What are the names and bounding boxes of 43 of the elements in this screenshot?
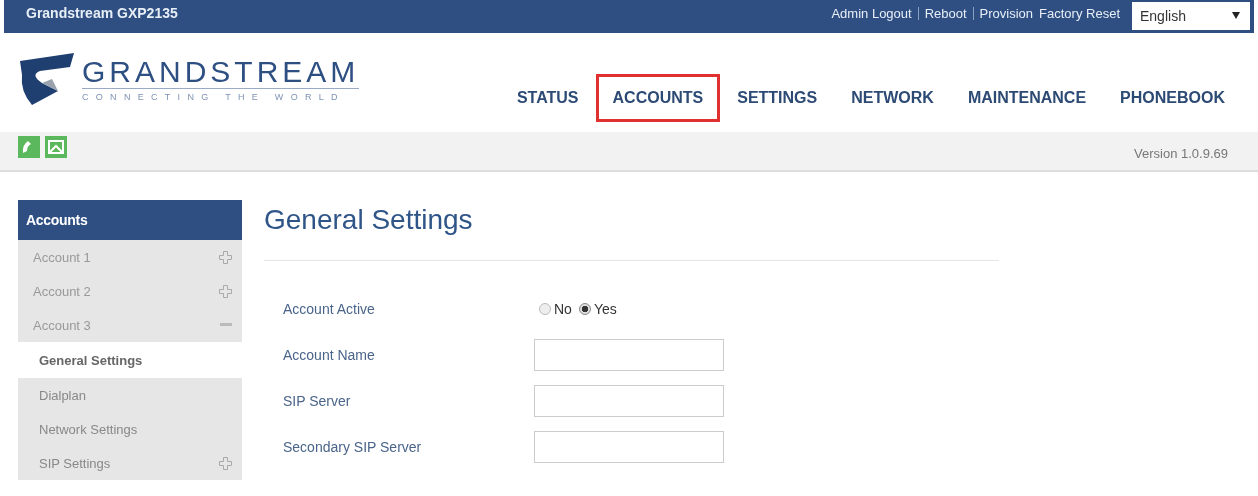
collapse-icon[interactable] bbox=[220, 323, 232, 327]
input-field[interactable] bbox=[534, 385, 724, 417]
radio-button[interactable] bbox=[578, 303, 591, 315]
logo-wordmark: GRANDSTREAM bbox=[82, 55, 360, 89]
nav-tab[interactable]: ACCOUNTS bbox=[595, 74, 721, 122]
subitem-label: SIP Settings bbox=[39, 455, 111, 471]
expand-icon[interactable] bbox=[219, 284, 232, 298]
expand-icon[interactable] bbox=[219, 456, 232, 470]
product-title: Grandstream GXP2135 bbox=[26, 4, 178, 21]
input-field[interactable] bbox=[534, 431, 724, 463]
top-link[interactable]: Factory Reset bbox=[1039, 6, 1120, 21]
radio-label: Yes bbox=[593, 301, 617, 317]
account-label: Account 3 bbox=[33, 317, 91, 333]
nav-tab[interactable]: SETTINGS bbox=[720, 74, 835, 122]
top-link[interactable]: Admin Logout bbox=[831, 6, 912, 21]
page-title: General Settings bbox=[264, 204, 474, 236]
account-label: Account 1 bbox=[33, 249, 91, 265]
dropdown-caret-icon bbox=[1232, 12, 1240, 19]
field-label: Secondary SIP Server bbox=[283, 439, 423, 455]
nav-tab[interactable]: STATUS bbox=[499, 74, 596, 122]
message-icon[interactable] bbox=[45, 136, 67, 158]
nav-tab[interactable]: PHONEBOOK bbox=[1103, 74, 1242, 122]
language-select[interactable]: English bbox=[1132, 1, 1250, 30]
version-label: Version 1.0.9.69 bbox=[1134, 145, 1228, 161]
nav-tab[interactable]: MAINTENANCE bbox=[950, 74, 1104, 122]
top-link[interactable]: Provision bbox=[979, 6, 1034, 21]
field-label: Account Name bbox=[283, 347, 376, 363]
field-label: SIP Server bbox=[283, 393, 352, 409]
subitem-label: Dialplan bbox=[39, 387, 86, 403]
subitem-label: General Settings bbox=[39, 352, 143, 368]
nav-tab[interactable]: NETWORK bbox=[834, 74, 951, 122]
expand-icon[interactable] bbox=[219, 250, 232, 264]
sidebar-header: Accounts bbox=[18, 200, 242, 240]
logo-tagline: CONNECTING THE WORLD bbox=[82, 91, 346, 102]
radio-button[interactable] bbox=[539, 303, 551, 315]
input-field[interactable] bbox=[534, 339, 724, 371]
logo-icon bbox=[18, 50, 76, 107]
field-label: Account Active bbox=[283, 301, 376, 317]
subitem-label: Network Settings bbox=[39, 421, 138, 437]
top-link[interactable]: Reboot bbox=[924, 6, 967, 21]
phone-icon[interactable] bbox=[18, 136, 40, 158]
radio-label: No bbox=[554, 301, 572, 317]
account-label: Account 2 bbox=[33, 283, 91, 299]
